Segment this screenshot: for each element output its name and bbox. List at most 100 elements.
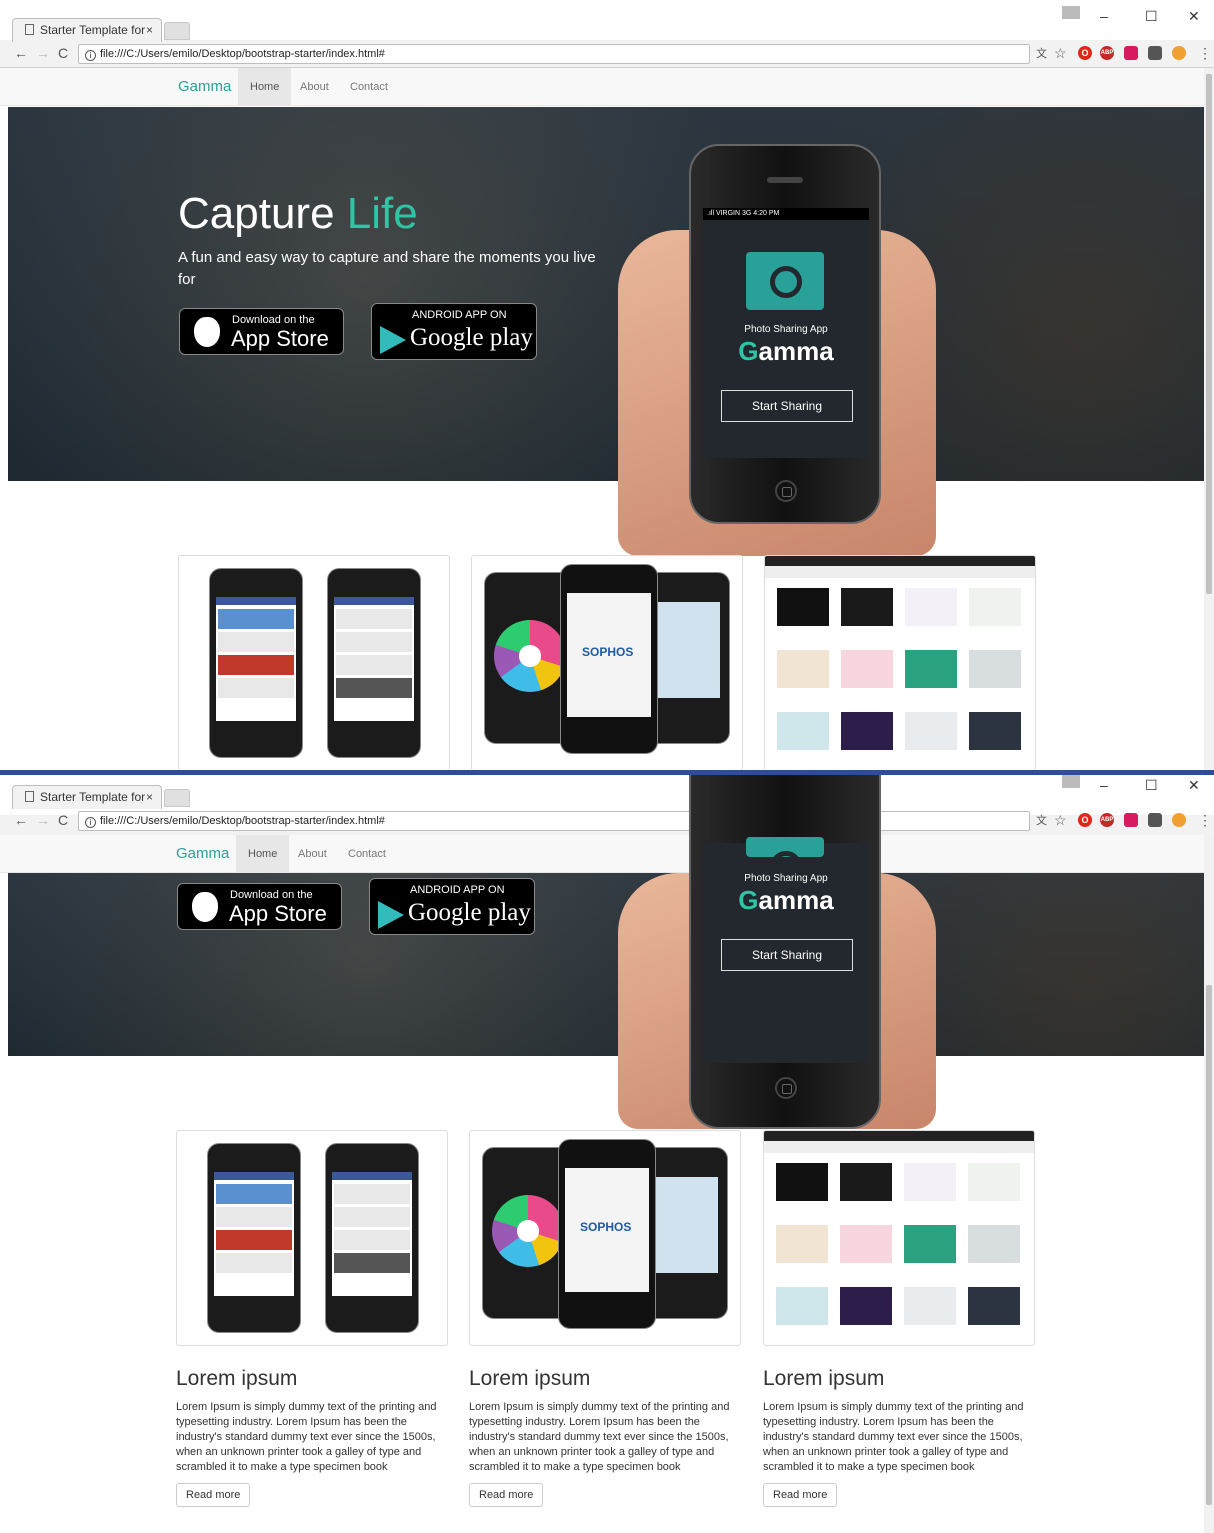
navbar-brand[interactable]: Gamma (178, 78, 231, 95)
back-button[interactable]: ← (14, 45, 28, 61)
minimize-button[interactable]: – (1100, 8, 1108, 24)
document-icon (25, 24, 34, 35)
start-sharing-button[interactable]: Start Sharing (721, 939, 853, 971)
nav-contact[interactable]: Contact (338, 68, 400, 106)
browser-toolbar: ← → C i file:///C:/Users/emilo/Desktop/bo… (0, 807, 1214, 835)
read-more-button[interactable]: Read more (469, 1483, 544, 1507)
translate-icon[interactable]: 文 (1036, 812, 1047, 828)
app-caption: Photo Sharing App (744, 324, 828, 335)
extension-icon[interactable] (1124, 46, 1138, 60)
thumb-phone (209, 568, 303, 758)
forward-button[interactable]: → (36, 45, 50, 61)
thumbnail-app-phones (176, 1130, 448, 1346)
nav-home[interactable]: Home (236, 835, 290, 873)
thumb-phone (207, 1143, 301, 1333)
extension-icon[interactable] (1148, 46, 1162, 60)
info-icon[interactable]: i (85, 50, 96, 61)
page-scrollbar[interactable] (1204, 68, 1214, 770)
opera-extension-icon[interactable]: O (1078, 813, 1092, 827)
google-play-button[interactable]: ANDROID APP ON Google play (369, 878, 535, 935)
close-window-button[interactable]: ✕ (1188, 777, 1200, 794)
address-bar[interactable]: i file:///C:/Users/emilo/Desktop/bootstra… (78, 44, 1030, 64)
thumbnail-sophos: SOPHOS (471, 555, 743, 770)
extension-icon[interactable] (1148, 813, 1162, 827)
read-more-button[interactable]: Read more (176, 1483, 251, 1507)
read-more-button[interactable]: Read more (763, 1483, 838, 1507)
thumb-phone (327, 568, 421, 758)
tab-close-icon[interactable]: × (146, 786, 153, 808)
phone-screen: .ıll VIRGIN 3G 4:20 PM Photo Sharing App… (703, 208, 869, 458)
browser-tab[interactable]: Starter Template for × (12, 18, 162, 42)
reload-button[interactable]: C (58, 45, 68, 61)
sophos-logo: SOPHOS (582, 645, 634, 659)
browser-chrome: Starter Template for × – ☐ ✕ ← → C i file… (0, 0, 1214, 68)
address-bar[interactable]: i file:///C:/Users/emilo/Desktop/bootstra… (78, 811, 1030, 831)
maximize-button[interactable]: ☐ (1145, 8, 1158, 25)
app-logo-text: Gamma (738, 336, 834, 366)
minimize-button[interactable]: – (1100, 777, 1108, 793)
tab-title: Starter Template for (40, 790, 146, 804)
column-title: Lorem ipsum (176, 1367, 298, 1390)
new-tab-button[interactable] (164, 789, 190, 807)
app-store-button[interactable]: Download on the App Store (177, 883, 342, 930)
thumbnail-app-phones (178, 555, 450, 770)
nav-about[interactable]: About (288, 68, 341, 106)
nav-home[interactable]: Home (238, 68, 292, 106)
profile-icon[interactable] (1062, 6, 1080, 19)
reload-button[interactable]: C (58, 812, 68, 828)
tab-close-icon[interactable]: × (146, 19, 153, 41)
forward-button[interactable]: → (36, 812, 50, 828)
start-sharing-button[interactable]: Start Sharing (721, 390, 853, 422)
phone-status-bar: .ıll VIRGIN 3G 4:20 PM (703, 208, 869, 220)
menu-icon[interactable]: ⋮ (1198, 45, 1212, 62)
pie-graphic (492, 1195, 564, 1267)
phone-home-button (775, 1077, 797, 1099)
adblock-extension-icon[interactable]: ABP (1100, 813, 1114, 827)
browser-window-top: Starter Template for × – ☐ ✕ ← → C i file… (0, 0, 1214, 770)
nav-about[interactable]: About (286, 835, 339, 873)
phone-mockup: .ıll VIRGIN 3G 4:20 PM Photo Sharing App… (689, 144, 881, 524)
column-title: Lorem ipsum (763, 1367, 885, 1390)
scrollbar-thumb[interactable] (1206, 985, 1212, 1505)
site-navbar: Gamma Home About Contact (0, 835, 1204, 873)
column-text: Lorem Ipsum is simply dummy text of the … (469, 1401, 730, 1473)
page-scrollbar[interactable] (1204, 835, 1214, 1533)
maximize-button[interactable]: ☐ (1145, 777, 1158, 794)
navbar-brand[interactable]: Gamma (176, 845, 229, 862)
thumbnail-sophos: SOPHOS (469, 1130, 741, 1346)
browser-toolbar: ← → C i file:///C:/Users/emilo/Desktop/bo… (0, 40, 1214, 68)
thumb-phone (325, 1143, 419, 1333)
extension-icon[interactable] (1172, 46, 1186, 60)
sophos-logo: SOPHOS (580, 1220, 632, 1234)
opera-extension-icon[interactable]: O (1078, 46, 1092, 60)
close-window-button[interactable]: ✕ (1188, 8, 1200, 25)
scrollbar-thumb[interactable] (1206, 74, 1212, 594)
bookmark-star-icon[interactable]: ☆ (1054, 812, 1067, 829)
map-graphic (646, 1177, 718, 1273)
extension-icon[interactable] (1172, 813, 1186, 827)
app-store-button[interactable]: Download on the App Store (179, 308, 344, 355)
menu-icon[interactable]: ⋮ (1198, 812, 1212, 829)
profile-icon[interactable] (1062, 775, 1080, 788)
google-play-button[interactable]: ANDROID APP ON Google play (371, 303, 537, 360)
app-logo-text: Gamma (738, 885, 834, 915)
back-button[interactable]: ← (14, 812, 28, 828)
column-title: Lorem ipsum (469, 1367, 591, 1390)
bookmark-star-icon[interactable]: ☆ (1054, 45, 1067, 62)
info-icon[interactable]: i (85, 817, 96, 828)
app-caption: Photo Sharing App (744, 873, 828, 884)
url-text: file:///C:/Users/emilo/Desktop/bootstrap… (100, 48, 385, 60)
phone-speaker (767, 177, 803, 183)
column-text: Lorem Ipsum is simply dummy text of the … (176, 1401, 437, 1473)
extension-icon[interactable] (1124, 813, 1138, 827)
browser-tab[interactable]: Starter Template for × (12, 785, 162, 809)
nav-contact[interactable]: Contact (336, 835, 398, 873)
apple-icon (192, 892, 218, 922)
adblock-extension-icon[interactable]: ABP (1100, 46, 1114, 60)
new-tab-button[interactable] (164, 22, 190, 40)
translate-icon[interactable]: 文 (1036, 45, 1047, 61)
play-store-icon (380, 326, 406, 354)
camera-icon (746, 252, 824, 310)
camera-icon (746, 837, 824, 883)
url-text: file:///C:/Users/emilo/Desktop/bootstrap… (100, 815, 385, 827)
